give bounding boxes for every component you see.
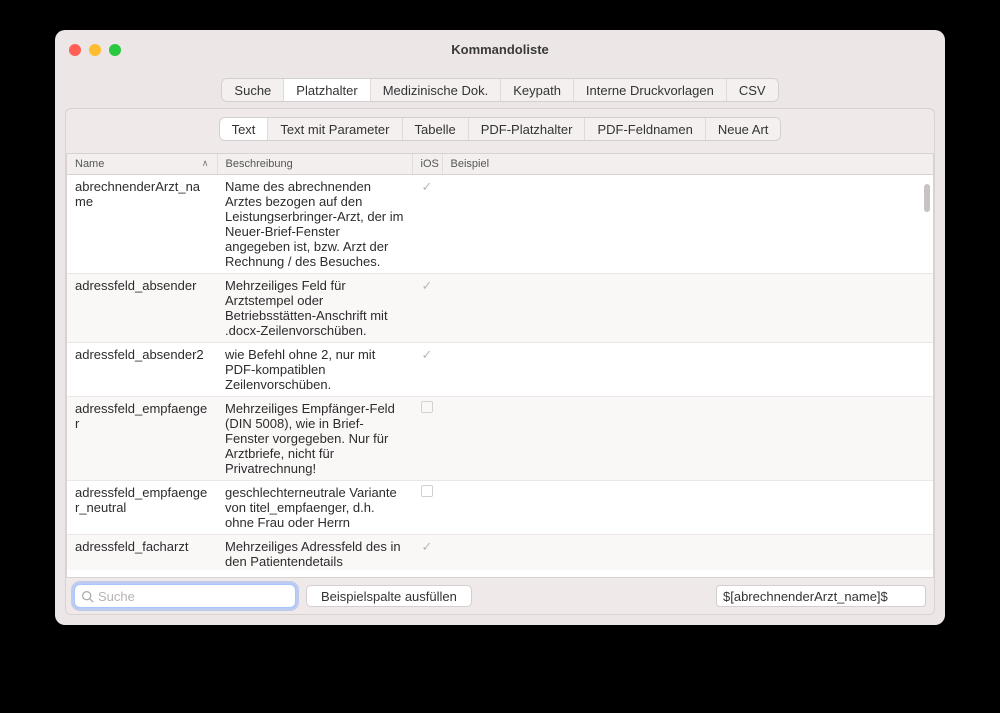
cell-ios: ✓	[412, 535, 442, 571]
cell-example	[442, 397, 933, 481]
tab-interne-druckvorlagen[interactable]: Interne Druckvorlagen	[574, 79, 727, 101]
cell-desc: Mehrzeiliges Empfänger-Feld (DIN 5008), …	[217, 397, 412, 481]
cell-name: adressfeld_empfaenger	[67, 397, 217, 481]
cell-example	[442, 535, 933, 571]
table-row[interactable]: adressfeld_absender2wie Befehl ohne 2, n…	[67, 343, 933, 397]
table-row[interactable]: abrechnenderArzt_nameName des abrechnend…	[67, 175, 933, 274]
window-title: Kommandoliste	[55, 42, 945, 57]
cell-ios: ✓	[412, 175, 442, 274]
table-row[interactable]: adressfeld_empfaenger_neutralgeschlechte…	[67, 481, 933, 535]
cell-desc: Mehrzeiliges Feld für Arztstempel oder B…	[217, 274, 412, 343]
check-icon: ✓	[422, 347, 433, 362]
tab-pdf-platzhalter[interactable]: PDF-Platzhalter	[469, 118, 586, 140]
table-row[interactable]: adressfeld_empfaengerMehrzeiliges Empfän…	[67, 397, 933, 481]
titlebar: Kommandoliste	[55, 30, 945, 76]
sort-asc-icon: ∧	[202, 158, 209, 169]
tab-text[interactable]: Text	[220, 118, 269, 140]
cell-name: adressfeld_facharzt	[67, 535, 217, 571]
cell-example	[442, 175, 933, 274]
cell-name: abrechnenderArzt_name	[67, 175, 217, 274]
tab-keypath[interactable]: Keypath	[501, 79, 574, 101]
secondary-tabs: TextText mit ParameterTabellePDF-Platzha…	[66, 111, 934, 147]
cell-desc: Mehrzeiliges Adressfeld des in den Patie…	[217, 535, 412, 571]
minimize-icon[interactable]	[89, 44, 101, 56]
footer: Beispielspalte ausfüllen $[abrechnenderA…	[66, 578, 934, 614]
scrollbar-thumb[interactable]	[924, 184, 930, 212]
cell-ios	[412, 397, 442, 481]
check-icon: ✓	[422, 278, 433, 293]
table-row[interactable]: adressfeld_absenderMehrzeiliges Feld für…	[67, 274, 933, 343]
col-header-ios[interactable]: iOS	[412, 154, 442, 175]
zoom-icon[interactable]	[109, 44, 121, 56]
tab-text-mit-parameter[interactable]: Text mit Parameter	[268, 118, 402, 140]
cell-name: adressfeld_absender2	[67, 343, 217, 397]
col-header-name-label: Name	[75, 158, 104, 170]
col-header-desc[interactable]: Beschreibung	[217, 154, 412, 175]
checkbox-empty-icon	[421, 485, 433, 497]
inner-panel: TextText mit ParameterTabellePDF-Platzha…	[65, 108, 935, 615]
cell-desc: geschlechterneutrale Variante von titel_…	[217, 481, 412, 535]
col-header-example[interactable]: Beispiel	[442, 154, 933, 175]
tab-csv[interactable]: CSV	[727, 79, 778, 101]
tab-tabelle[interactable]: Tabelle	[403, 118, 469, 140]
search-input[interactable]	[98, 589, 289, 604]
tab-suche[interactable]: Suche	[222, 79, 284, 101]
tab-neue-art[interactable]: Neue Art	[706, 118, 781, 140]
cell-name: adressfeld_empfaenger_neutral	[67, 481, 217, 535]
checkbox-empty-icon	[421, 401, 433, 413]
fill-example-button[interactable]: Beispielspalte ausfüllen	[306, 585, 472, 607]
close-icon[interactable]	[69, 44, 81, 56]
primary-tabs: SuchePlatzhalterMedizinische Dok.Keypath…	[55, 78, 945, 102]
cell-example	[442, 274, 933, 343]
search-field[interactable]	[74, 584, 296, 608]
table-row[interactable]: adressfeld_facharztMehrzeiliges Adressfe…	[67, 535, 933, 571]
cell-desc: Name des abrechnenden Arztes bezogen auf…	[217, 175, 412, 274]
table: Name ∧ Beschreibung iOS Beispiel abrechn…	[66, 153, 934, 578]
check-icon: ✓	[422, 179, 433, 194]
tab-pdf-feldnamen[interactable]: PDF-Feldnamen	[585, 118, 705, 140]
col-header-name[interactable]: Name ∧	[67, 154, 217, 175]
cell-example	[442, 343, 933, 397]
tab-platzhalter[interactable]: Platzhalter	[284, 79, 370, 101]
cell-name: adressfeld_absender	[67, 274, 217, 343]
cell-ios: ✓	[412, 343, 442, 397]
code-field[interactable]: $[abrechnenderArzt_name]$	[716, 585, 926, 607]
cell-desc: wie Befehl ohne 2, nur mit PDF-kompatibl…	[217, 343, 412, 397]
window: Kommandoliste SuchePlatzhalterMedizinisc…	[55, 30, 945, 625]
search-icon	[81, 590, 94, 603]
tab-medizinische-dok-[interactable]: Medizinische Dok.	[371, 79, 502, 101]
traffic-lights	[69, 44, 121, 56]
cell-ios: ✓	[412, 274, 442, 343]
cell-ios	[412, 481, 442, 535]
check-icon: ✓	[422, 539, 433, 554]
cell-example	[442, 481, 933, 535]
